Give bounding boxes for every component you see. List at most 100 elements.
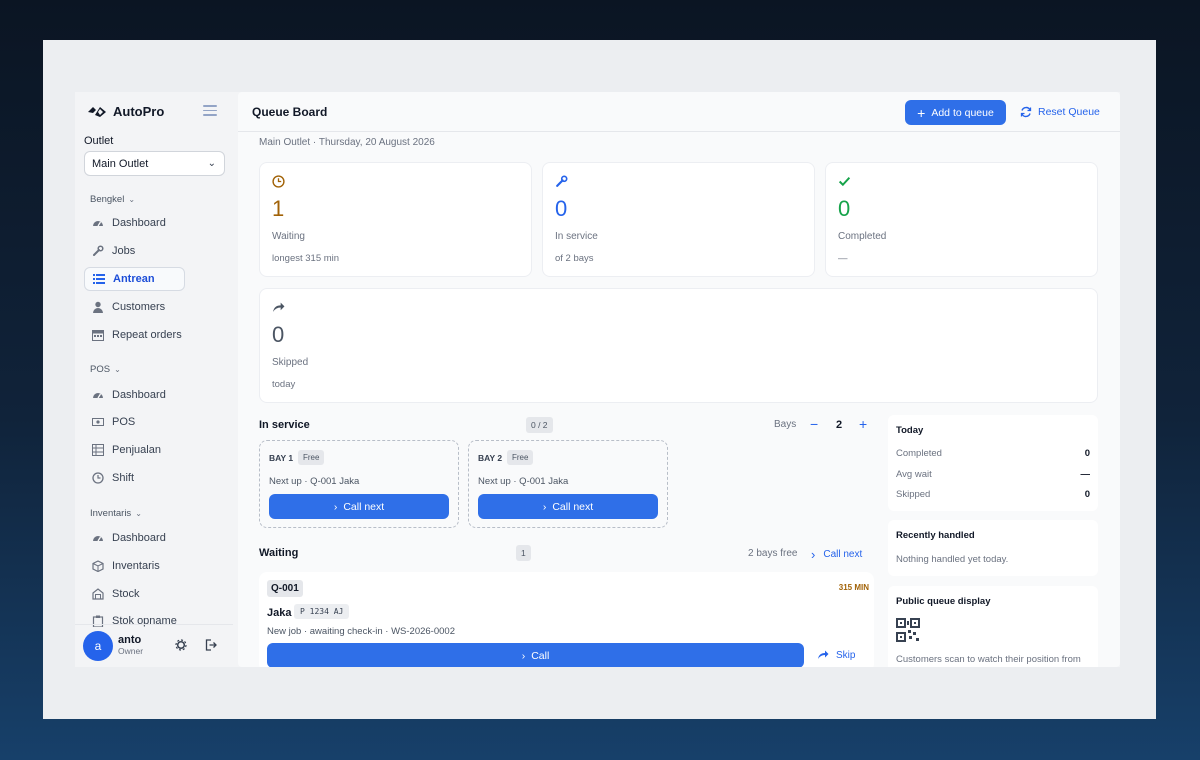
user-name: anto xyxy=(118,634,142,646)
settings-gear-icon[interactable] xyxy=(174,638,188,652)
waiting-title: Waiting xyxy=(259,547,299,559)
nav-section-bengkel[interactable]: Bengkel ⌄ xyxy=(90,194,135,205)
sidebar-item-shift[interactable]: Shift xyxy=(84,466,185,490)
box-icon xyxy=(92,560,104,572)
call-label: Call xyxy=(531,649,550,662)
brand[interactable]: AutoPro xyxy=(87,104,164,119)
stat-sub: longest 315 min xyxy=(272,253,340,264)
list-icon xyxy=(93,273,105,285)
in-service-count: 0 / 2 xyxy=(526,417,553,433)
stat-value: 0 xyxy=(272,322,285,347)
sidebar-item-label: Repeat orders xyxy=(112,329,182,341)
sidebar-item-label: Stock xyxy=(112,588,140,600)
clipboard-icon xyxy=(92,615,104,627)
chevron-right-icon: › xyxy=(811,547,816,562)
call-next-link[interactable]: › Call next xyxy=(811,547,862,562)
call-button[interactable]: › Call xyxy=(267,643,804,667)
license-plate: P 1234 AJ xyxy=(294,604,350,619)
today-title: Today xyxy=(896,425,924,436)
stat-label: Completed xyxy=(838,231,887,242)
bays-value: 2 xyxy=(836,419,843,431)
sidebar-item-repeat-orders[interactable]: Repeat orders xyxy=(84,323,185,347)
calendar-icon xyxy=(92,329,104,341)
qr-code-icon[interactable] xyxy=(896,618,920,642)
chevron-down-icon: ⌄ xyxy=(114,365,121,374)
summary-row: Completed 0 xyxy=(896,448,1090,459)
status-badge: Free xyxy=(507,450,534,465)
summary-row: Avg wait — xyxy=(896,469,1090,480)
bays-label: Bays xyxy=(774,419,797,430)
skip-button[interactable]: Skip xyxy=(817,649,855,661)
sidebar-item-bengkel-dashboard[interactable]: Dashboard xyxy=(84,211,185,235)
summary-value: — xyxy=(1080,469,1091,480)
sidebar-item-inventaris-dashboard[interactable]: Dashboard xyxy=(84,526,185,550)
queue-ticket-card: Q-001 315 MIN Jaka P 1234 AJ New job · a… xyxy=(259,572,874,667)
user-role: Owner xyxy=(118,646,144,656)
summary-row: Skipped 0 xyxy=(896,489,1090,500)
sidebar-item-jobs[interactable]: Jobs xyxy=(84,239,185,263)
plus-bay-button[interactable]: + xyxy=(859,416,867,432)
autopro-logo-icon xyxy=(88,106,106,117)
public-display-text: Customers scan to watch their position f… xyxy=(896,654,1081,665)
bay-name: BAY 2 xyxy=(478,453,503,463)
stat-label: In service xyxy=(555,231,598,242)
customer-name: Jaka xyxy=(267,607,292,619)
call-next-link-label: Call next xyxy=(823,549,863,560)
table-icon xyxy=(92,444,104,456)
hamburger-menu-icon[interactable] xyxy=(203,105,217,117)
waiting-count: 1 xyxy=(516,545,531,561)
sidebar-item-label: Stok opname xyxy=(112,615,177,627)
sidebar-divider xyxy=(75,624,233,625)
status-badge: Free xyxy=(298,450,325,465)
chevron-right-icon: › xyxy=(521,649,526,662)
sidebar-item-customers[interactable]: Customers xyxy=(84,295,185,319)
stat-label: Skipped xyxy=(272,357,309,368)
stat-value: 0 xyxy=(838,196,851,221)
chevron-down-icon: ⌄ xyxy=(135,509,142,518)
recent-empty-text: Nothing handled yet today. xyxy=(896,554,1009,565)
recently-handled-card: Recently handled Nothing handled yet tod… xyxy=(888,520,1098,576)
sidebar-item-label: Inventaris xyxy=(112,560,160,572)
stat-sub: — xyxy=(838,253,848,264)
call-next-button[interactable]: › Call next xyxy=(478,494,658,519)
reset-queue-button[interactable]: Reset Queue xyxy=(1020,106,1100,118)
sidebar-item-pos[interactable]: POS xyxy=(84,410,185,434)
sidebar-item-stock[interactable]: Stock xyxy=(84,582,185,606)
sidebar-item-label: Dashboard xyxy=(112,389,166,401)
page-title: Queue Board xyxy=(252,105,328,119)
plus-icon: + xyxy=(917,104,926,121)
avatar[interactable]: a xyxy=(83,631,113,661)
nav-section-inventaris[interactable]: Inventaris ⌄ xyxy=(90,508,142,519)
nav-section-title: Inventaris xyxy=(90,508,132,519)
today-summary-card: Today Completed 0 Avg wait — Skipped 0 xyxy=(888,415,1098,511)
top-bar: Queue Board + Add to queue Reset Queue xyxy=(238,92,1120,132)
forward-arrow-icon xyxy=(272,301,285,317)
public-display-title: Public queue display xyxy=(896,596,991,607)
screenshot-frame: AutoPro Outlet Main Outlet ⌄ Bengkel ⌄ D… xyxy=(43,40,1156,719)
sidebar-item-inventaris[interactable]: Inventaris xyxy=(84,554,185,578)
reset-queue-label: Reset Queue xyxy=(1038,106,1100,118)
call-next-label: Call next xyxy=(552,500,594,513)
sidebar-item-antrean[interactable]: Antrean xyxy=(84,267,185,291)
outlet-select[interactable]: Main Outlet ⌄ xyxy=(84,151,225,176)
bays-free-text: 2 bays free xyxy=(748,548,798,559)
stat-card-completed: 0 Completed — xyxy=(825,162,1098,277)
sidebar-item-pos-dashboard[interactable]: Dashboard xyxy=(84,383,185,407)
main-content: Queue Board + Add to queue Reset Queue M… xyxy=(238,92,1120,667)
checkmark-icon xyxy=(838,175,851,191)
summary-value: 0 xyxy=(1084,489,1090,500)
sidebar-item-penjualan[interactable]: Penjualan xyxy=(84,438,185,462)
add-to-queue-button[interactable]: + Add to queue xyxy=(905,100,1006,125)
logout-icon[interactable] xyxy=(204,638,218,652)
wrench-icon xyxy=(92,245,104,257)
nav-section-pos[interactable]: POS ⌄ xyxy=(90,364,121,375)
gauge-icon xyxy=(92,217,104,229)
job-description: New job · awaiting check-in · WS-2026-00… xyxy=(267,626,455,637)
call-next-label: Call next xyxy=(343,500,385,513)
sidebar-item-label: Customers xyxy=(112,301,166,313)
outlet-select-value: Main Outlet xyxy=(92,158,149,170)
public-display-card: Public queue display Customers scan to w… xyxy=(888,586,1098,667)
call-next-button[interactable]: › Call next xyxy=(269,494,449,519)
chevron-down-icon: ⌄ xyxy=(207,158,216,169)
minus-bay-button[interactable]: − xyxy=(810,416,818,432)
